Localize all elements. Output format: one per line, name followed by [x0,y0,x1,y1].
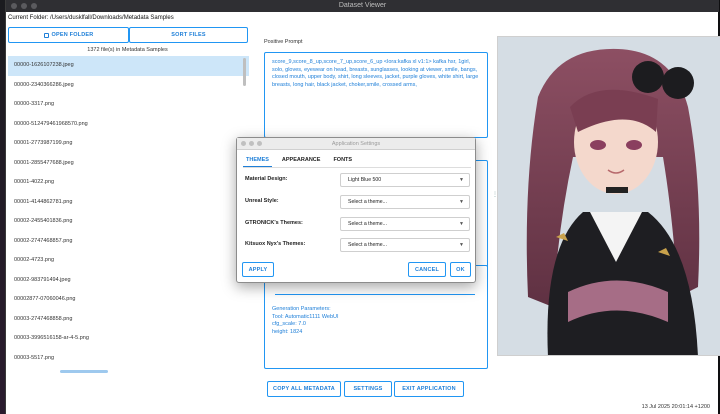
setting-row: Material Design: Light Blue 500 ▼ [245,173,471,187]
exit-application-label: EXIT APPLICATION [402,386,456,392]
folder-icon [43,32,49,38]
window-controls [11,3,37,9]
file-list-item[interactable]: 00001-2773987199.png [8,134,249,154]
chevron-down-icon: ▼ [459,221,464,227]
current-folder-label: Current Folder: /Users/dusklfall/Downloa… [8,15,174,21]
theme-select[interactable]: Select a theme... ▼ [340,195,470,209]
cancel-button[interactable]: CANCEL [408,262,446,277]
setting-label: Kitsuox Nyx's Themes: [245,241,306,247]
theme-select-value: Select a theme... [348,242,387,248]
setting-label: Material Design: [245,176,288,182]
dialog-title-bar: Application Settings [237,138,475,150]
file-list-item[interactable]: 00002877-07060046.png [8,290,249,310]
chevron-down-icon: ▼ [459,177,464,183]
copy-all-metadata-button[interactable]: COPY ALL METADATA [267,381,341,397]
settings-label: SETTINGS [353,386,383,392]
exit-application-button[interactable]: EXIT APPLICATION [394,381,464,397]
file-list-item[interactable]: 00000-2340366286.jpeg [8,76,249,96]
theme-select-value: Light Blue 500 [348,177,382,183]
tab-fonts[interactable]: FONTS [330,156,355,167]
file-list-scrollbar[interactable] [243,58,246,86]
positive-prompt-label: Positive Prompt [264,39,303,45]
setting-row: Kitsuox Nyx's Themes: Select a theme... ▼ [245,238,471,252]
theme-select[interactable]: Light Blue 500 ▼ [340,173,470,187]
image-preview [497,36,720,356]
file-list-item[interactable]: 00003-2747468858.png [8,310,249,330]
file-list-item[interactable]: 00001-4022.png [8,173,249,193]
theme-select[interactable]: Select a theme... ▼ [340,238,470,252]
file-count-label: 1372 file(s) in Metadata Samples [87,47,168,53]
dialog-title: Application Settings [331,141,381,147]
file-list-item[interactable]: 00001-4144862781.png [8,193,249,213]
open-folder-button[interactable]: OPEN FOLDER [8,27,129,43]
dialog-minimize-icon[interactable] [249,141,254,146]
generation-line: cfg_scale: 7.0 [272,321,306,327]
generation-lines: Tool: Automatic1111 WebUI cfg_scale: 7.0 h… [272,314,480,337]
sort-files-label: SORT FILES [171,32,206,38]
chevron-down-icon: ▼ [459,242,464,248]
theme-select[interactable]: Select a theme... ▼ [340,217,470,231]
file-list-item[interactable]: 00002-4723.png [8,251,249,271]
apply-label: APPLY [248,266,268,273]
status-timestamp: 13 Jul 2025 20:01:14 +1200 [641,404,710,410]
zoom-window-icon[interactable] [31,3,37,9]
positive-prompt-box[interactable]: score_9,score_8_up,score_7_up,score_6_up… [264,52,488,138]
file-list-item[interactable]: 00003-5517.png [8,349,249,369]
settings-button[interactable]: SETTINGS [344,381,392,397]
tab-divider [243,167,471,168]
file-list-item[interactable]: 00003-3996516158-ar-4-5.png [8,329,249,349]
close-window-icon[interactable] [11,3,17,9]
file-list-item[interactable]: 00000-3317.png [8,95,249,115]
ok-label: OK [456,266,465,273]
file-list-item[interactable]: 00002-2455401836.png [8,212,249,232]
window-title: Dataset Viewer [338,2,387,9]
title-bar: Dataset Viewer [6,0,719,12]
file-list-item[interactable]: 00000-1626107238.jpeg [8,56,249,76]
setting-row: GTRONICK's Themes: Select a theme... ▼ [245,217,471,231]
file-list[interactable]: 00000-1626107238.jpeg 00000-2340366286.jp… [8,56,249,374]
file-list-horizontal-scrollbar[interactable] [60,370,108,373]
minimize-window-icon[interactable] [21,3,27,9]
file-list-item[interactable]: 00000-512479461968570.png [8,115,249,135]
setting-row: Unreal Style: Select a theme... ▼ [245,195,471,209]
file-list-item[interactable]: 00002-983791494.jpeg [8,271,249,291]
ok-button[interactable]: OK [450,262,471,277]
positive-prompt-text: score_9,score_8_up,score_7_up,score_6_up… [272,59,479,88]
open-folder-label: OPEN FOLDER [51,32,94,38]
copy-all-metadata-label: COPY ALL METADATA [273,386,335,392]
preview-illustration [498,37,720,355]
dialog-close-icon[interactable] [241,141,246,146]
tab-themes[interactable]: THEMES [243,156,272,167]
generation-heading: Generation Parameters: [272,306,331,312]
theme-select-value: Select a theme... [348,199,387,205]
theme-select-value: Select a theme... [348,221,387,227]
generation-line: Tool: Automatic1111 WebUI [272,313,339,320]
file-list-item[interactable]: 00001-2855477688.jpeg [8,154,249,174]
file-list-item[interactable]: 00002-2747468857.png [8,232,249,252]
setting-label: GTRONICK's Themes: [245,220,303,226]
cancel-label: CANCEL [414,266,440,273]
setting-label: Unreal Style: [245,198,279,204]
dialog-window-controls [241,141,262,146]
chevron-down-icon: ▼ [459,199,464,205]
generation-line: height: 1824 [272,328,303,335]
settings-tabs: THEMES APPEARANCE FONTS [243,156,355,167]
settings-dialog: Application Settings THEMES APPEARANCE FON… [236,137,476,283]
apply-button[interactable]: APPLY [242,262,274,277]
tab-appearance[interactable]: APPEARANCE [279,156,324,167]
sort-files-button[interactable]: SORT FILES [129,27,248,43]
params-divider [275,294,475,295]
dialog-zoom-icon[interactable] [257,141,262,146]
